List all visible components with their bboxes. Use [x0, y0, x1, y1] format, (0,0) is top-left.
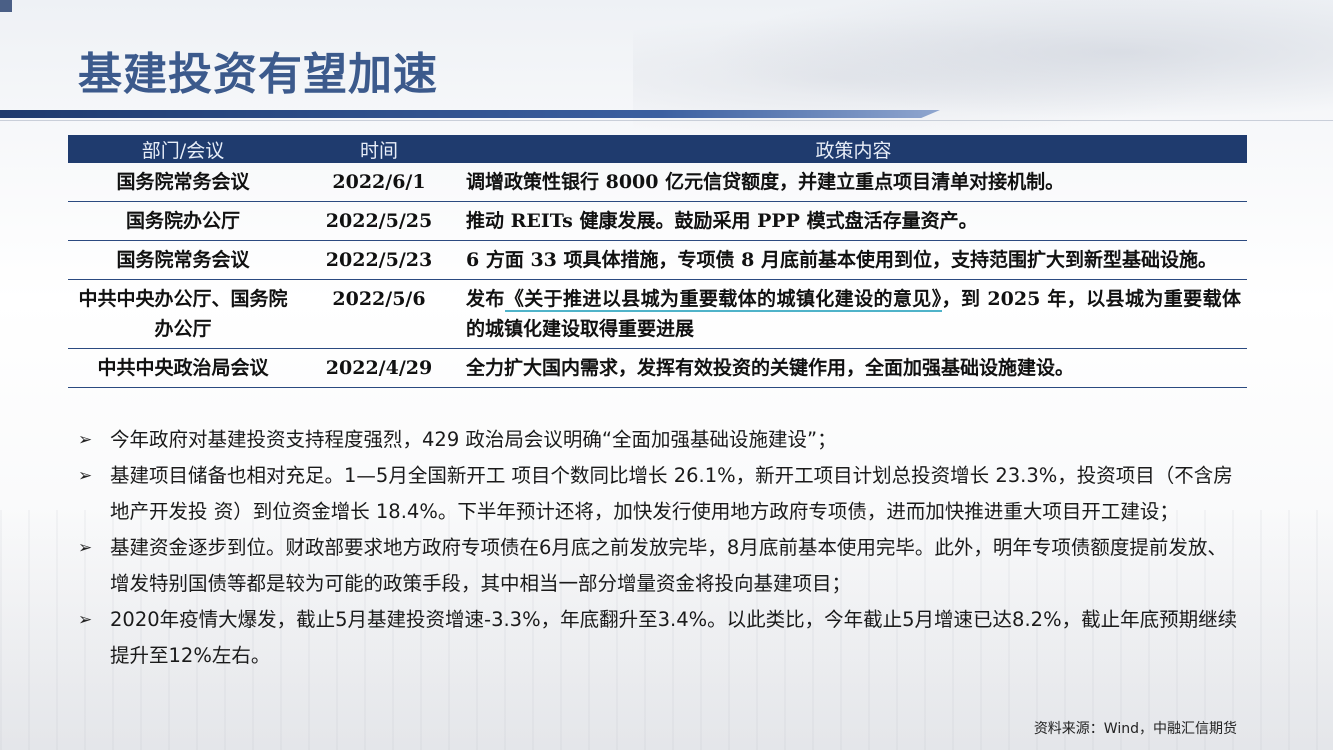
- corner-accent: [0, 0, 12, 12]
- arrow-right-icon: ➢: [78, 466, 93, 486]
- arrow-right-icon: ➢: [78, 610, 93, 630]
- header-dept: 部门/会议: [68, 135, 298, 163]
- row-date: 2022/5/25: [298, 201, 460, 241]
- bullet-item: ➢ 2020年疫情大爆发，截止5月基建投资增速-3.3%，年底翻升至3.4%。以此…: [78, 602, 1238, 674]
- row-date: 2022/4/29: [298, 348, 460, 388]
- row-dept: 中共中央办公厅、国务院办公厅: [68, 279, 298, 349]
- row-date: 2022/5/6: [298, 279, 460, 349]
- slide-title: 基建投资有望加速: [78, 49, 438, 100]
- row-content: 发布《关于推进以县城为重要载体的城镇化建设的意见》，到 2025 年，以县城为重…: [460, 279, 1247, 349]
- bullet-text: 基建项目储备也相对充足。1—5月全国新开工 项目个数同比增长 26.1%，新开工…: [110, 464, 1233, 523]
- title-underline-bar: [0, 110, 940, 118]
- policy-table: 部门/会议 时间 政策内容 国务院常务会议 2022/6/1 调增政策性银行 8…: [68, 135, 1247, 388]
- bullet-text: 今年政府对基建投资支持程度强烈，429 政治局会议明确“全面加强基础设施建设”；: [110, 428, 837, 451]
- source-note: 资料来源：Wind，中融汇信期货: [1033, 721, 1237, 737]
- row-content: 推动 REITs 健康发展。鼓励采用 PPP 模式盘活存量资产。: [460, 201, 1247, 241]
- table-row: 中共中央办公厅、国务院办公厅 2022/5/6 发布《关于推进以县城为重要载体的…: [68, 279, 1247, 349]
- row-content: 全力扩大国内需求，发挥有效投资的关键作用，全面加强基础设施建设。: [460, 348, 1247, 388]
- arrow-right-icon: ➢: [78, 538, 93, 558]
- row-dept: 国务院常务会议: [68, 240, 298, 280]
- bullet-text: 基建资金逐步到位。财政部要求地方政府专项债在6月底之前发放完毕，8月底前基本使用…: [110, 536, 1227, 595]
- row-dept: 国务院办公厅: [68, 201, 298, 241]
- bullet-item: ➢ 基建资金逐步到位。财政部要求地方政府专项债在6月底之前发放完毕，8月底前基本使…: [78, 530, 1238, 602]
- table-row: 国务院办公厅 2022/5/25 推动 REITs 健康发展。鼓励采用 PPP …: [68, 201, 1247, 241]
- row-content: 6 方面 33 项具体措施，专项债 8 月底前基本使用到位，支持范围扩大到新型基…: [460, 240, 1247, 280]
- bullet-list: ➢ 今年政府对基建投资支持程度强烈，429 政治局会议明确“全面加强基础设施建设”…: [78, 422, 1238, 674]
- bullet-item: ➢ 基建项目储备也相对充足。1—5月全国新开工 项目个数同比增长 26.1%，新开…: [78, 458, 1238, 530]
- content-prefix: 发布: [466, 288, 505, 310]
- arrow-right-icon: ➢: [78, 430, 93, 450]
- bullet-text: 2020年疫情大爆发，截止5月基建投资增速-3.3%，年底翻升至3.4%。以此类…: [110, 608, 1238, 667]
- row-date: 2022/5/23: [298, 240, 460, 280]
- row-dept: 中共中央政治局会议: [68, 348, 298, 388]
- table-row: 国务院常务会议 2022/5/23 6 方面 33 项具体措施，专项债 8 月底…: [68, 240, 1247, 280]
- row-dept: 国务院常务会议: [68, 163, 298, 202]
- title-divider: [0, 120, 1333, 121]
- bullet-item: ➢ 今年政府对基建投资支持程度强烈，429 政治局会议明确“全面加强基础设施建设”…: [78, 422, 1238, 458]
- row-date: 2022/6/1: [298, 163, 460, 202]
- table-row: 中共中央政治局会议 2022/4/29 全力扩大国内需求，发挥有效投资的关键作用…: [68, 348, 1247, 388]
- row-content: 调增政策性银行 8000 亿元信贷额度，并建立重点项目清单对接机制。: [460, 163, 1247, 202]
- table-header-row: 部门/会议 时间 政策内容: [68, 135, 1247, 163]
- document-title-link[interactable]: 《关于推进以县城为重要载体的城镇化建设的意见》: [504, 288, 942, 312]
- table-row: 国务院常务会议 2022/6/1 调增政策性银行 8000 亿元信贷额度，并建立…: [68, 163, 1247, 202]
- header-content: 政策内容: [460, 135, 1247, 163]
- header-date: 时间: [298, 135, 460, 163]
